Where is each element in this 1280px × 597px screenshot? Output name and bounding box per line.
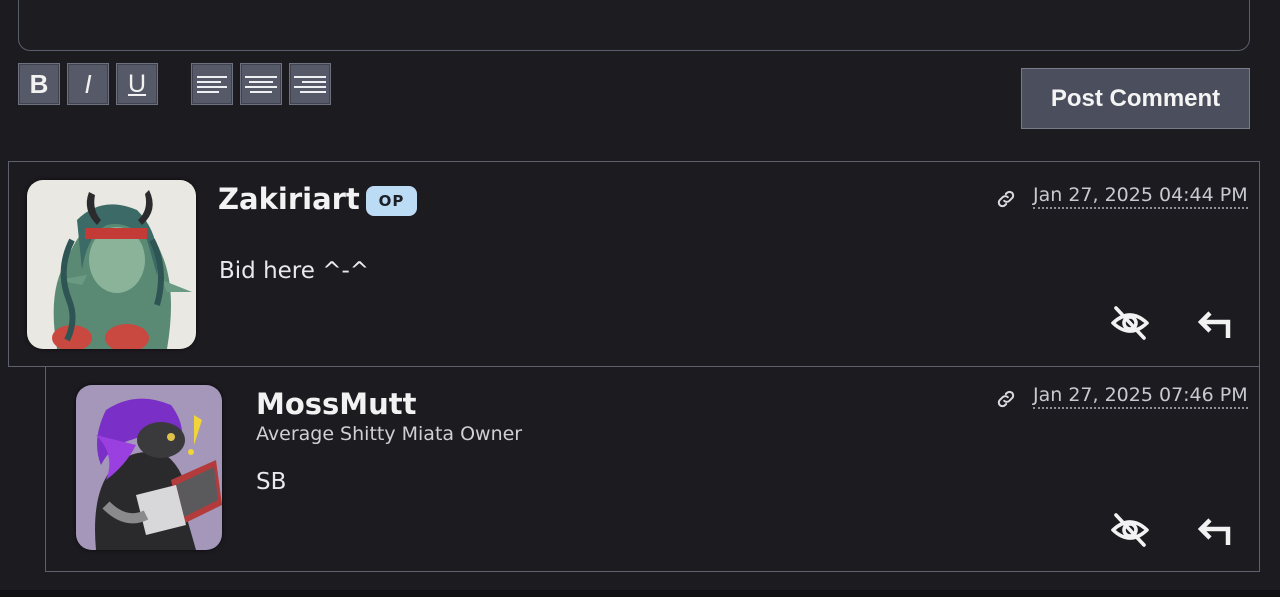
post-comment-button[interactable]: Post Comment [1021, 68, 1250, 129]
align-right-button[interactable] [289, 63, 331, 105]
comment-timestamp[interactable]: Jan 27, 2025 07:46 PM [1033, 384, 1248, 409]
comment-timestamp[interactable]: Jan 27, 2025 04:44 PM [1033, 184, 1248, 209]
reply-arrow-icon[interactable] [1195, 304, 1235, 344]
avatar[interactable] [27, 180, 196, 349]
avatar-image [27, 180, 196, 349]
avatar[interactable] [76, 385, 222, 550]
eye-off-icon[interactable] [1109, 302, 1151, 344]
comment: Zakiriart OP Bid here ^-^ Jan 27, 2025 0… [8, 161, 1260, 367]
underline-button[interactable]: U [116, 63, 158, 105]
reply-comment: MossMutt Average Shitty Miata Owner SB J… [45, 367, 1260, 572]
link-icon[interactable] [995, 188, 1017, 210]
eye-off-icon[interactable] [1109, 509, 1151, 551]
comment-body: SB [256, 469, 287, 495]
op-badge: OP [366, 186, 417, 216]
align-right-icon [294, 75, 326, 93]
italic-button[interactable]: I [67, 63, 109, 105]
comment-username[interactable]: MossMutt [256, 387, 417, 421]
reply-arrow-icon[interactable] [1195, 511, 1235, 551]
link-icon[interactable] [995, 388, 1017, 410]
comment-textarea[interactable] [18, 0, 1250, 51]
bottom-divider [0, 590, 1280, 597]
comment-body: Bid here ^-^ [219, 258, 370, 284]
bold-button[interactable]: B [18, 63, 60, 105]
align-left-icon [197, 75, 227, 93]
comment-username[interactable]: Zakiriart [218, 182, 360, 216]
user-title: Average Shitty Miata Owner [256, 423, 523, 445]
avatar-image [76, 385, 222, 550]
align-center-button[interactable] [240, 63, 282, 105]
align-center-icon [245, 75, 277, 93]
align-left-button[interactable] [191, 63, 233, 105]
